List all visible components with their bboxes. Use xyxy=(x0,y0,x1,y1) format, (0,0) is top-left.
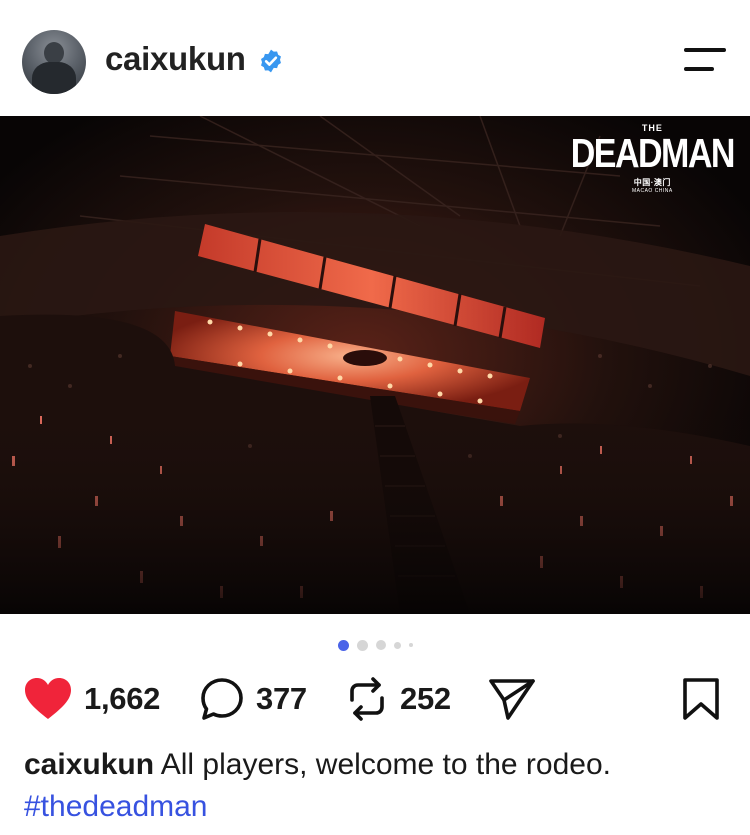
hashtag-link[interactable]: #thedeadman xyxy=(24,786,208,828)
avatar-body xyxy=(32,62,76,94)
bookmark-icon xyxy=(683,678,719,720)
carousel-dot-active[interactable] xyxy=(337,639,349,651)
carousel-dot[interactable] xyxy=(356,639,368,651)
comment-count: 377 xyxy=(256,681,307,716)
carousel-indicator xyxy=(0,638,750,652)
like-button[interactable]: 1,662 xyxy=(24,672,160,726)
caption-text: All players, welcome to the rodeo. xyxy=(160,748,611,781)
carousel-dot[interactable] xyxy=(375,640,386,650)
carousel-dot[interactable] xyxy=(393,641,401,649)
post-header: caixukun xyxy=(0,0,750,116)
event-watermark: THE DEADMAN 中国·澳门 MACAO CHINA xyxy=(570,124,736,194)
carousel-dot[interactable] xyxy=(408,643,413,647)
like-count: 1,662 xyxy=(84,681,161,716)
share-button[interactable] xyxy=(488,672,536,726)
action-bar: 1,662 377 252 xyxy=(0,672,750,726)
avatar-head xyxy=(44,42,64,64)
heart-icon xyxy=(25,678,71,719)
post-caption: caixukun All players, welcome to the rod… xyxy=(24,744,734,828)
watermark-location: 中国·澳门 xyxy=(633,178,671,187)
watermark-title: DEADMAN xyxy=(570,131,736,177)
avatar[interactable] xyxy=(22,30,86,94)
post-photo[interactable]: THE DEADMAN 中国·澳门 MACAO CHINA xyxy=(0,116,750,614)
repost-count: 252 xyxy=(400,681,451,716)
comment-button[interactable]: 377 xyxy=(200,672,307,726)
menu-line-top xyxy=(684,48,726,52)
menu-line-bottom xyxy=(684,67,714,71)
menu-icon[interactable] xyxy=(684,48,728,76)
send-icon xyxy=(489,679,535,720)
username[interactable]: caixukun xyxy=(105,40,246,78)
verified-badge-icon xyxy=(261,49,281,73)
repost-button[interactable]: 252 xyxy=(346,672,451,726)
save-button[interactable] xyxy=(682,672,720,726)
watermark-location-en: MACAO CHINA xyxy=(631,188,673,194)
comment-bubble-icon xyxy=(201,678,243,720)
repost-icon xyxy=(350,677,384,721)
caption-username[interactable]: caixukun xyxy=(24,748,154,781)
